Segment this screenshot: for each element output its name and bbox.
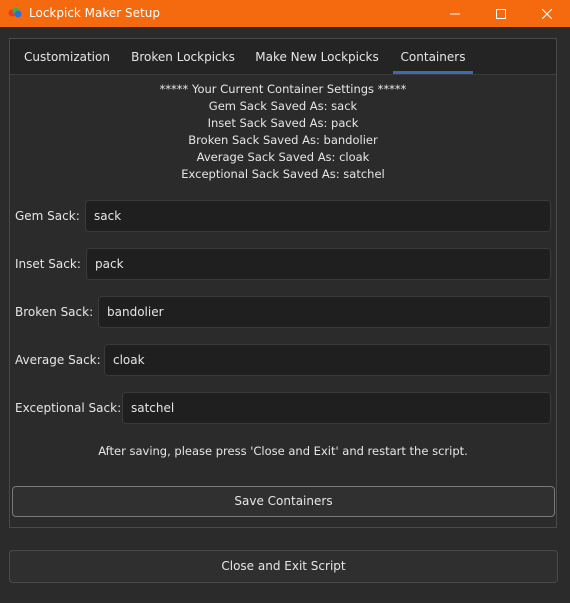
settings-line-gem: Gem Sack Saved As: sack [208,99,358,113]
broken-sack-label: Broken Sack: [15,305,94,319]
average-sack-label: Average Sack: [15,353,101,367]
inset-sack-input[interactable]: pack [86,248,551,280]
maximize-icon [496,8,506,19]
window-title: Lockpick Maker Setup [29,6,160,20]
settings-line-average: Average Sack Saved As: cloak [196,150,370,164]
close-icon [542,8,552,19]
save-containers-button[interactable]: Save Containers [12,486,555,517]
close-button[interactable] [524,0,570,27]
maximize-button[interactable] [478,0,524,27]
tab-bar: Customization Broken Lockpicks Make New … [10,39,556,75]
tab-containers[interactable]: Containers [393,39,473,74]
close-and-exit-button[interactable]: Close and Exit Script [9,550,558,583]
title-bar: Lockpick Maker Setup [0,0,570,27]
gem-sack-input[interactable]: sack [85,200,551,232]
average-sack-input[interactable]: cloak [104,344,551,376]
exceptional-sack-input[interactable]: satchel [122,392,551,424]
tab-panel: Customization Broken Lockpicks Make New … [9,38,557,528]
settings-line-inset: Inset Sack Saved As: pack [207,116,359,130]
lockpick-app-icon [8,7,22,18]
tab-broken-lockpicks[interactable]: Broken Lockpicks [126,39,240,74]
tab-make-new-lockpicks[interactable]: Make New Lockpicks [249,39,385,74]
settings-line-exceptional: Exceptional Sack Saved As: satchel [181,167,385,181]
broken-sack-input[interactable]: bandolier [98,296,551,328]
minimize-icon [450,13,460,14]
exceptional-sack-label: Exceptional Sack: [15,401,122,415]
settings-line-broken: Broken Sack Saved As: bandolier [188,133,378,147]
inset-sack-label: Inset Sack: [15,257,81,271]
gem-sack-label: Gem Sack: [15,209,80,223]
settings-header: ***** Your Current Container Settings **… [159,82,407,96]
restart-note: After saving, please press 'Close and Ex… [98,444,468,458]
minimize-button[interactable] [432,0,478,27]
tab-customization[interactable]: Customization [16,39,118,74]
